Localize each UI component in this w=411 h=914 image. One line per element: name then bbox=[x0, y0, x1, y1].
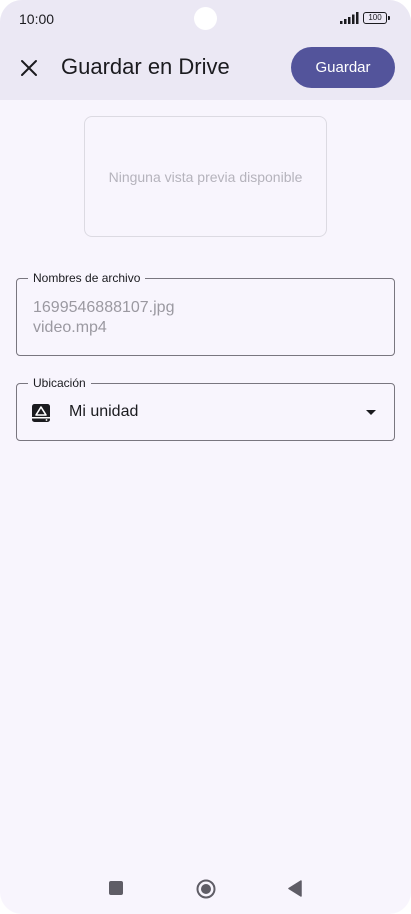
nav-back-icon[interactable] bbox=[287, 880, 303, 897]
camera-cutout bbox=[194, 7, 217, 30]
location-value: Mi unidad bbox=[69, 403, 139, 420]
close-button[interactable] bbox=[13, 52, 45, 84]
save-button[interactable]: Guardar bbox=[291, 47, 395, 88]
preview-placeholder-text: Ninguna vista previa disponible bbox=[108, 168, 303, 185]
location-dropdown[interactable]: Ubicación Mi unidad bbox=[16, 375, 395, 441]
battery-icon: 100 bbox=[363, 12, 390, 24]
drive-icon bbox=[32, 404, 50, 422]
file-names-label: Nombres de archivo bbox=[28, 270, 146, 286]
close-icon bbox=[21, 60, 37, 76]
screen: 10:00 100 Guardar en Drive Guardar Ningu… bbox=[0, 0, 411, 914]
status-time: 10:00 bbox=[19, 11, 55, 27]
preview-box: Ninguna vista previa disponible bbox=[84, 116, 327, 237]
signal-icon bbox=[340, 12, 359, 24]
battery-level: 100 bbox=[368, 13, 382, 22]
nav-home-icon[interactable] bbox=[196, 879, 216, 899]
file-names-field[interactable]: Nombres de archivo 1699546888107.jpg vid… bbox=[16, 270, 395, 356]
file-name-1: 1699546888107.jpg bbox=[33, 299, 175, 316]
nav-recents-icon[interactable] bbox=[109, 881, 123, 895]
top-app-bar: 10:00 100 Guardar en Drive Guardar bbox=[0, 0, 411, 100]
dropdown-arrow-icon bbox=[366, 410, 376, 415]
page-title: Guardar en Drive bbox=[61, 54, 230, 79]
location-label: Ubicación bbox=[28, 375, 91, 391]
file-name-2: video.mp4 bbox=[33, 319, 107, 336]
